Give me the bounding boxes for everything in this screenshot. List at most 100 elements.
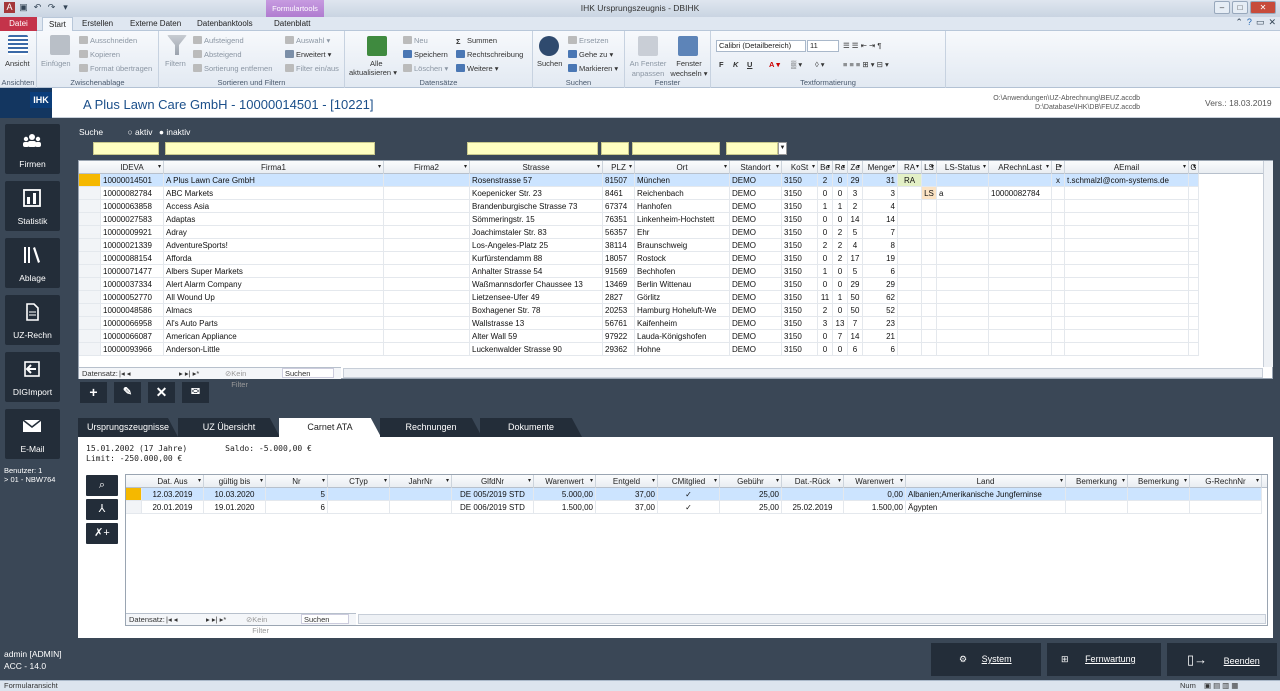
table-cell[interactable] bbox=[1189, 317, 1199, 330]
table-cell[interactable]: 10000048586 bbox=[101, 304, 164, 317]
column-header[interactable]: Be ▾ bbox=[818, 161, 833, 174]
table-cell[interactable]: 1.500,00 bbox=[844, 501, 906, 514]
column-header[interactable]: Dat.-Rück ▾ bbox=[782, 475, 844, 488]
table-cell[interactable] bbox=[1065, 330, 1189, 343]
table-cell[interactable] bbox=[1189, 265, 1199, 278]
table-cell[interactable] bbox=[1052, 200, 1065, 213]
table-cell[interactable]: 37,00 bbox=[596, 501, 658, 514]
align-buttons[interactable]: ≡ ≡ ≡ ⊞ ▾ ⊟ ▾ bbox=[843, 60, 889, 70]
table-cell[interactable]: DEMO bbox=[730, 330, 782, 343]
table-cell[interactable] bbox=[1189, 187, 1199, 200]
column-dropdown-icon[interactable]: ▾ bbox=[776, 475, 779, 488]
table-cell[interactable] bbox=[1066, 488, 1128, 501]
table-cell[interactable]: 3 bbox=[863, 187, 898, 200]
table-cell[interactable] bbox=[1065, 213, 1189, 226]
table-cell[interactable] bbox=[1190, 501, 1262, 514]
next-record-button[interactable]: ▸ ▸| ▸* bbox=[206, 614, 226, 625]
table-cell[interactable]: Sömmeringstr. 15 bbox=[470, 213, 603, 226]
mail-button[interactable]: ✉ bbox=[182, 382, 209, 403]
column-dropdown-icon[interactable]: ▾ bbox=[528, 475, 531, 488]
table-cell[interactable] bbox=[1065, 200, 1189, 213]
table-cell[interactable]: 4 bbox=[848, 239, 863, 252]
table-cell[interactable]: ✓ bbox=[658, 488, 720, 501]
table-cell[interactable]: 8 bbox=[863, 239, 898, 252]
table-cell[interactable]: 0 bbox=[833, 174, 848, 187]
table-cell[interactable] bbox=[1190, 488, 1262, 501]
search-standort-field[interactable] bbox=[726, 142, 778, 155]
table-cell[interactable] bbox=[898, 226, 922, 239]
table-cell[interactable] bbox=[1189, 304, 1199, 317]
table-cell[interactable] bbox=[898, 317, 922, 330]
table-row[interactable]: 10000071477 Albers Super Markets Anhalter … bbox=[79, 265, 1199, 278]
table-cell[interactable]: RA bbox=[898, 174, 922, 187]
column-dropdown-icon[interactable]: ▾ bbox=[842, 161, 845, 174]
table-cell[interactable] bbox=[1052, 213, 1065, 226]
table-cell[interactable] bbox=[1066, 501, 1128, 514]
column-header[interactable]: gültig bis ▾ bbox=[204, 475, 266, 488]
table-cell[interactable]: 3150 bbox=[782, 239, 818, 252]
markieren-button[interactable]: Markieren ▾ bbox=[568, 64, 618, 74]
column-header[interactable]: Ort ▾ bbox=[635, 161, 730, 174]
column-header[interactable]: Menge ▾ bbox=[863, 161, 898, 174]
table-cell[interactable] bbox=[384, 291, 470, 304]
table-cell[interactable]: Ägypten bbox=[906, 501, 1066, 514]
nav-ablage[interactable]: Ablage bbox=[5, 238, 60, 288]
table-cell[interactable]: 81507 bbox=[603, 174, 635, 187]
table-cell[interactable]: Rostock bbox=[635, 252, 730, 265]
font-name-select[interactable]: Calibri (Detailbereich) bbox=[716, 40, 806, 52]
table-cell[interactable]: 2 bbox=[818, 239, 833, 252]
collapse-ribbon-icon[interactable]: ⌃ bbox=[1235, 17, 1243, 28]
filtern-button[interactable]: Filtern bbox=[165, 59, 186, 69]
table-cell[interactable] bbox=[937, 239, 989, 252]
column-header[interactable]: G-RechnNr ▾ bbox=[1190, 475, 1262, 488]
table-cell[interactable]: 10000082784 bbox=[101, 187, 164, 200]
table-cell[interactable]: DEMO bbox=[730, 226, 782, 239]
no-filter-indicator[interactable]: ⊘ Kein Filter bbox=[246, 614, 269, 635]
ansicht-button[interactable]: Ansicht bbox=[5, 59, 30, 69]
table-cell[interactable]: 18057 bbox=[603, 252, 635, 265]
table-cell[interactable]: 2 bbox=[833, 226, 848, 239]
table-cell[interactable]: t.schmalzl@com-systems.de bbox=[1065, 174, 1189, 187]
erweitert-button[interactable]: Erweitert ▾ bbox=[285, 50, 331, 60]
table-cell[interactable] bbox=[1052, 187, 1065, 200]
table-cell[interactable] bbox=[384, 343, 470, 356]
table-cell[interactable] bbox=[937, 330, 989, 343]
table-cell[interactable]: ✓ bbox=[658, 501, 720, 514]
table-cell[interactable]: Braunschweig bbox=[635, 239, 730, 252]
table-cell[interactable]: 23 bbox=[863, 317, 898, 330]
column-dropdown-icon[interactable]: ▾ bbox=[812, 161, 815, 174]
table-cell[interactable]: Afforda bbox=[164, 252, 384, 265]
table-cell[interactable] bbox=[898, 187, 922, 200]
row-selector[interactable] bbox=[79, 330, 101, 343]
table-cell[interactable]: 3150 bbox=[782, 330, 818, 343]
row-selector[interactable] bbox=[79, 252, 101, 265]
table-cell[interactable]: 2 bbox=[848, 200, 863, 213]
view-switcher-icons[interactable]: ▣▤▥▦ bbox=[1204, 681, 1240, 691]
table-cell[interactable] bbox=[1065, 226, 1189, 239]
table-cell[interactable]: 31 bbox=[863, 174, 898, 187]
table-cell[interactable]: DEMO bbox=[730, 213, 782, 226]
table-cell[interactable]: 5 bbox=[266, 488, 328, 501]
table-cell[interactable]: Koepenicker Str. 23 bbox=[470, 187, 603, 200]
grid-search-box[interactable]: Suchen bbox=[301, 614, 349, 624]
search-ideva-field[interactable] bbox=[93, 142, 159, 155]
table-cell[interactable]: Anhalter Strasse 54 bbox=[470, 265, 603, 278]
table-cell[interactable]: 50 bbox=[848, 304, 863, 317]
column-dropdown-icon[interactable]: ▾ bbox=[1060, 475, 1063, 488]
table-cell[interactable]: 10000088154 bbox=[101, 252, 164, 265]
table-cell[interactable] bbox=[937, 174, 989, 187]
table-cell[interactable]: 2 bbox=[818, 304, 833, 317]
table-cell[interactable] bbox=[922, 200, 937, 213]
list-icons[interactable]: ☰ ☰ ⇤ ⇥ ¶ bbox=[843, 41, 881, 51]
table-cell[interactable]: 3150 bbox=[782, 317, 818, 330]
table-row[interactable]: 10000014501 A Plus Lawn Care GmbH Rosenstr… bbox=[79, 174, 1199, 187]
column-dropdown-icon[interactable]: ▾ bbox=[931, 161, 934, 174]
table-cell[interactable] bbox=[898, 304, 922, 317]
table-cell[interactable] bbox=[989, 239, 1052, 252]
table-cell[interactable] bbox=[1189, 239, 1199, 252]
table-cell[interactable]: Brandenburgische Strasse 73 bbox=[470, 200, 603, 213]
table-cell[interactable]: Ehr bbox=[635, 226, 730, 239]
table-cell[interactable] bbox=[989, 291, 1052, 304]
column-dropdown-icon[interactable]: ▾ bbox=[597, 161, 600, 174]
row-selector[interactable] bbox=[126, 488, 142, 501]
